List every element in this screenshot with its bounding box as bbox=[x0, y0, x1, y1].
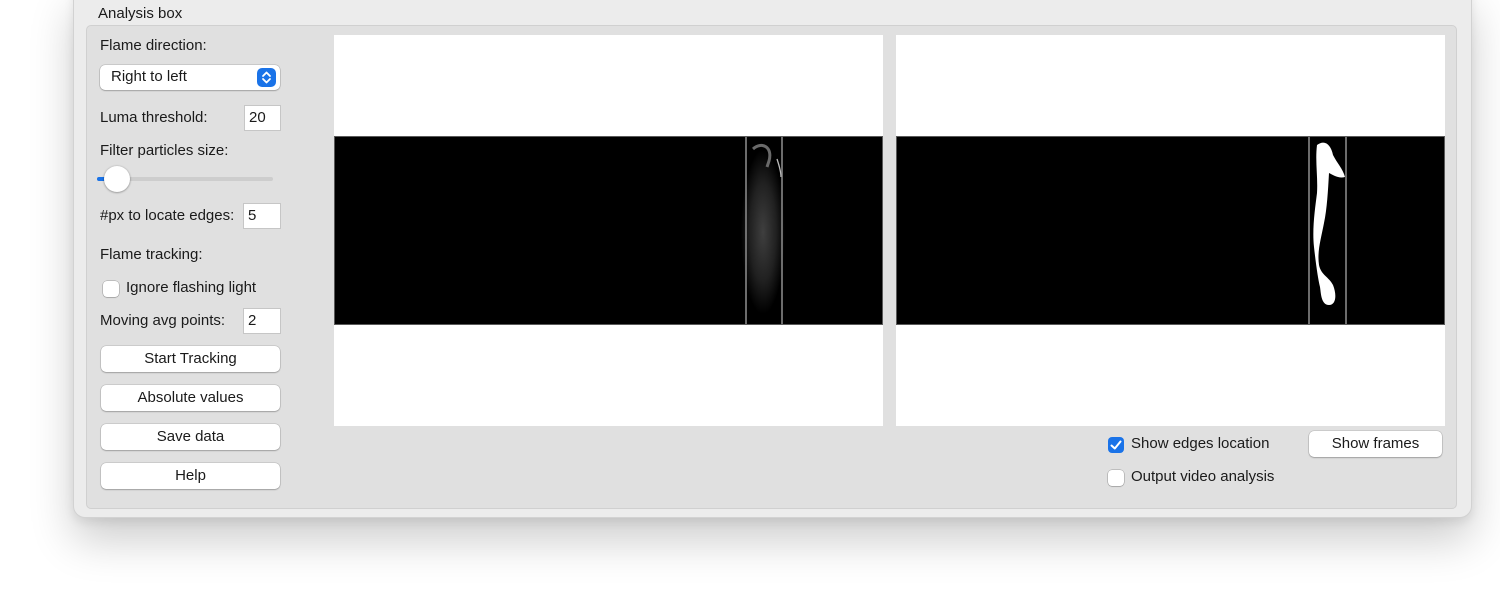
binary-frame-view bbox=[896, 35, 1445, 426]
px-edges-label: #px to locate edges: bbox=[100, 207, 235, 224]
show-frames-button[interactable]: Show frames bbox=[1309, 431, 1442, 457]
show-edges-label: Show edges location bbox=[1131, 435, 1270, 452]
show-edges-checkbox[interactable] bbox=[1108, 437, 1124, 453]
luma-threshold-input[interactable]: 20 bbox=[244, 105, 281, 131]
raw-frame-view bbox=[334, 35, 883, 426]
binary-frame-image bbox=[896, 136, 1445, 325]
start-tracking-button[interactable]: Start Tracking bbox=[101, 346, 280, 372]
flame-direction-select[interactable]: Right to left bbox=[100, 65, 280, 90]
filter-particles-label: Filter particles size: bbox=[100, 142, 229, 159]
output-video-label: Output video analysis bbox=[1131, 468, 1275, 485]
raw-frame-image bbox=[334, 136, 883, 325]
absolute-values-button[interactable]: Absolute values bbox=[101, 385, 280, 411]
moving-avg-label: Moving avg points: bbox=[100, 312, 226, 329]
flame-direction-label: Flame direction: bbox=[100, 37, 207, 54]
ignore-flashing-checkbox[interactable] bbox=[103, 281, 119, 297]
analysis-box-title: Analysis box bbox=[98, 5, 183, 22]
help-button[interactable]: Help bbox=[101, 463, 280, 489]
flame-tracking-label: Flame tracking: bbox=[100, 246, 203, 263]
px-edges-input[interactable]: 5 bbox=[243, 203, 281, 229]
ignore-flashing-label: Ignore flashing light bbox=[126, 279, 257, 296]
chevron-up-down-icon bbox=[257, 68, 276, 87]
flame-direction-value: Right to left bbox=[111, 68, 187, 85]
output-video-checkbox[interactable] bbox=[1108, 470, 1124, 486]
moving-avg-input[interactable]: 2 bbox=[243, 308, 281, 334]
checkmark-icon bbox=[1110, 440, 1122, 450]
save-data-button[interactable]: Save data bbox=[101, 424, 280, 450]
filter-particles-slider-knob[interactable] bbox=[104, 166, 130, 192]
luma-threshold-label: Luma threshold: bbox=[100, 109, 208, 126]
